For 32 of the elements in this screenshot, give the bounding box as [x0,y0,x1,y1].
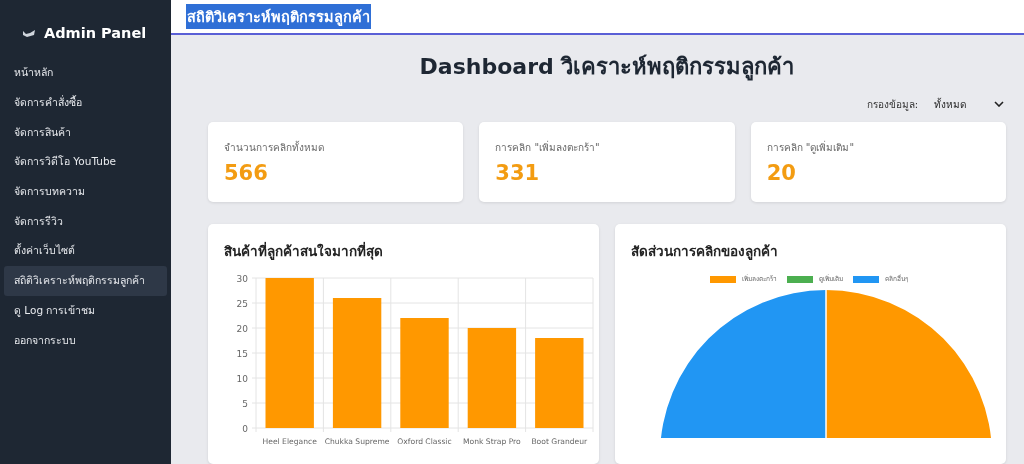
filter-dropdown[interactable]: ทั้งหมด [932,94,1006,114]
stat-label: การคลิก "เพิ่มลงตะกร้า" [495,139,601,155]
stat-value: 566 [224,160,269,185]
chevron-down-icon [994,101,1004,107]
filter-label: กรองข้อมูล: [866,97,918,112]
stat-label: จำนวนการคลิกทั้งหมด [224,139,325,155]
axis-tick-label: 25 [236,298,248,309]
axis-tick-label: 5 [242,398,248,409]
stat-value: 331 [495,160,541,185]
sidebar-item[interactable]: ออกจากระบบ [4,325,167,355]
axis-tick-label: 10 [236,373,248,384]
sidebar-item[interactable]: จัดการวิดีโอ YouTube [4,147,167,177]
sidebar-item[interactable]: จัดการสินค้า [4,117,167,148]
axis-tick-label: 20 [236,323,248,334]
axis-tick-label: 15 [236,348,248,359]
sidebar-item[interactable]: สถิติวิเคราะห์พฤติกรรมลูกค้า [4,265,167,296]
sidebar-item[interactable]: ดู Log การเข้าชม [4,295,167,326]
axis-tick-label: 0 [242,423,248,434]
sidebar-item[interactable]: หน้าหลัก [4,58,167,88]
shoe-icon [22,28,36,38]
stat-value: 20 [766,160,797,185]
stat-label: การคลิก "ดูเพิ่มเติม" [766,139,856,155]
sidebar-item[interactable]: จัดการบทความ [4,176,167,207]
sidebar-item[interactable]: ตั้งค่าเว็บไซต์ [4,236,167,266]
brand-title: Admin Panel [44,25,147,41]
chart-title: สินค้าที่ลูกค้าสนใจมากที่สุด [224,241,384,262]
sidebar-item[interactable]: จัดการคำสั่งซื้อ [4,87,167,118]
chart-title: สัดส่วนการคลิกของลูกค้า [631,242,779,262]
page-header-title: สถิติวิเคราะห์พฤติกรรมลูกค้า [186,4,371,29]
axis-tick-label: 30 [236,273,248,284]
dashboard-title: Dashboard วิเคราะห์พฤติกรรมลูกค้า [418,53,796,83]
sidebar-item[interactable]: จัดการรีวิว [4,206,167,237]
